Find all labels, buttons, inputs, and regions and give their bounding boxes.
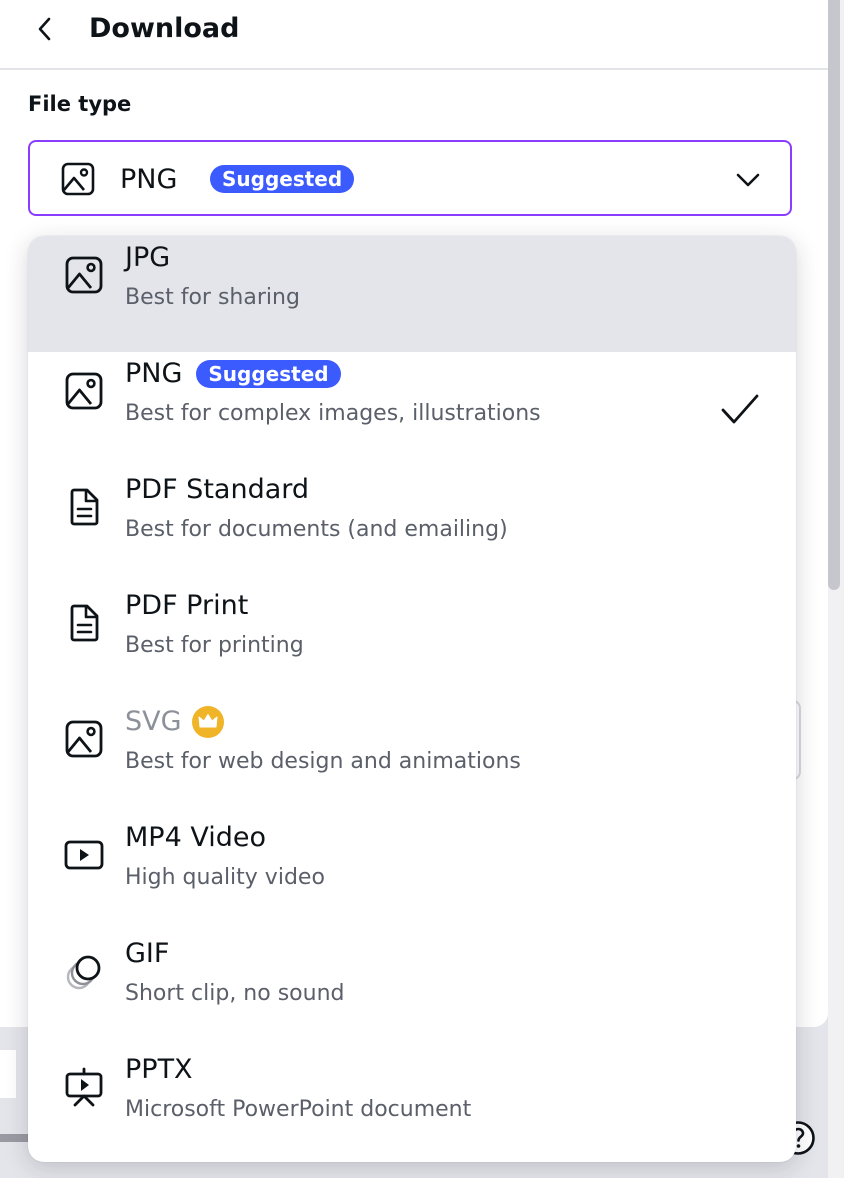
option-pdf-standard[interactable]: PDF Standard Best for documents (and ema…: [28, 468, 796, 584]
option-title: PNG Suggested: [125, 356, 341, 392]
hidden-control-edge-left: [0, 1050, 16, 1098]
option-svg[interactable]: SVG Best for web design and animations: [28, 700, 796, 816]
video-icon: [64, 840, 104, 870]
option-title: GIF: [125, 938, 170, 969]
option-description: Short clip, no sound: [125, 981, 345, 1006]
scrollbar-thumb[interactable]: [828, 0, 840, 590]
crown-icon: [191, 706, 224, 738]
checkmark-icon: [721, 394, 759, 424]
image-icon: [65, 720, 103, 758]
option-description: High quality video: [125, 865, 325, 890]
suggested-badge: Suggested: [210, 165, 355, 193]
panel-header: Download: [0, 0, 828, 70]
image-icon: [65, 372, 103, 410]
image-icon: [61, 162, 95, 196]
file-type-label: File type: [28, 92, 132, 116]
document-icon: [70, 488, 99, 526]
chevron-left-icon: [38, 17, 51, 41]
option-title: PPTX: [125, 1054, 193, 1085]
option-gif[interactable]: GIF Short clip, no sound: [28, 932, 796, 1048]
presentation-icon: [65, 1067, 103, 1107]
option-pdf-print[interactable]: PDF Print Best for printing: [28, 584, 796, 700]
option-description: Best for sharing: [125, 285, 300, 310]
option-title: PDF Print: [125, 590, 249, 621]
option-title: SVG: [125, 704, 224, 740]
download-page: Download File type PNG Suggested JPG Bes…: [0, 0, 844, 1178]
file-type-select[interactable]: PNG Suggested: [28, 140, 792, 216]
chevron-down-icon: [736, 173, 760, 187]
option-description: Microsoft PowerPoint document: [125, 1097, 472, 1122]
option-jpg[interactable]: JPG Best for sharing: [28, 236, 796, 352]
option-title: JPG: [125, 242, 171, 273]
option-description: Best for web design and animations: [125, 749, 521, 774]
suggested-badge: Suggested: [196, 360, 341, 388]
option-png[interactable]: PNG Suggested Best for complex images, i…: [28, 352, 796, 468]
image-icon: [65, 256, 103, 294]
option-title: MP4 Video: [125, 822, 266, 853]
option-title: PDF Standard: [125, 474, 310, 505]
back-button[interactable]: [26, 10, 64, 48]
file-type-dropdown: JPG Best for sharing PNG Suggested Best …: [28, 236, 796, 1162]
option-pptx[interactable]: PPTX Microsoft PowerPoint document: [28, 1048, 796, 1162]
option-description: Best for printing: [125, 633, 304, 658]
selected-file-type: PNG: [120, 164, 178, 195]
option-description: Best for documents (and emailing): [125, 517, 508, 542]
page-title: Download: [89, 13, 240, 44]
option-description: Best for complex images, illustrations: [125, 401, 541, 426]
hidden-bar-edge: [0, 1134, 30, 1142]
option-mp4-video[interactable]: MP4 Video High quality video: [28, 816, 796, 932]
document-icon: [70, 604, 99, 642]
gif-icon: [66, 955, 101, 990]
